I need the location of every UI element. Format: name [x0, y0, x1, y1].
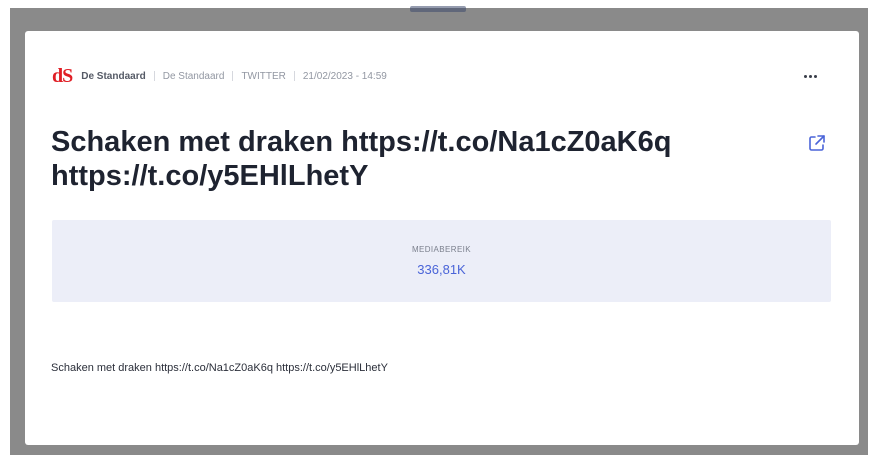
source-name: De Standaard — [81, 70, 146, 82]
article-title-line: https://t.co/y5EHlLhetY — [51, 160, 369, 192]
article-title-line: Schaken met draken https://t.co/Na1cZ0aK… — [51, 126, 672, 158]
article-body: Schaken met draken https://t.co/Na1cZ0aK… — [51, 362, 388, 374]
more-options-button[interactable] — [799, 69, 821, 83]
background-content-peek — [410, 6, 466, 12]
article-title: Schaken met draken https://t.co/Na1cZ0aK… — [51, 125, 761, 193]
source-logo: dS — [52, 65, 73, 87]
article-card: dS De Standaard De Standaard TWITTER 21/… — [25, 31, 859, 445]
media-reach-value: 336,81K — [417, 262, 466, 277]
media-reach-panel: MEDIABEREIK 336,81K — [52, 220, 831, 302]
external-link-icon — [809, 135, 825, 151]
meta-divider — [232, 71, 234, 81]
media-reach-label: MEDIABEREIK — [411, 245, 472, 254]
article-meta: dS De Standaard De Standaard TWITTER 21/… — [52, 65, 387, 87]
publish-datetime: 21/02/2023 - 14:59 — [302, 70, 387, 82]
channel-label: TWITTER — [241, 70, 286, 82]
meta-divider — [153, 71, 155, 81]
more-horizontal-icon — [803, 74, 817, 78]
open-external-link-button[interactable] — [807, 133, 827, 153]
meta-divider — [293, 71, 295, 81]
author-name: De Standaard — [162, 70, 225, 82]
